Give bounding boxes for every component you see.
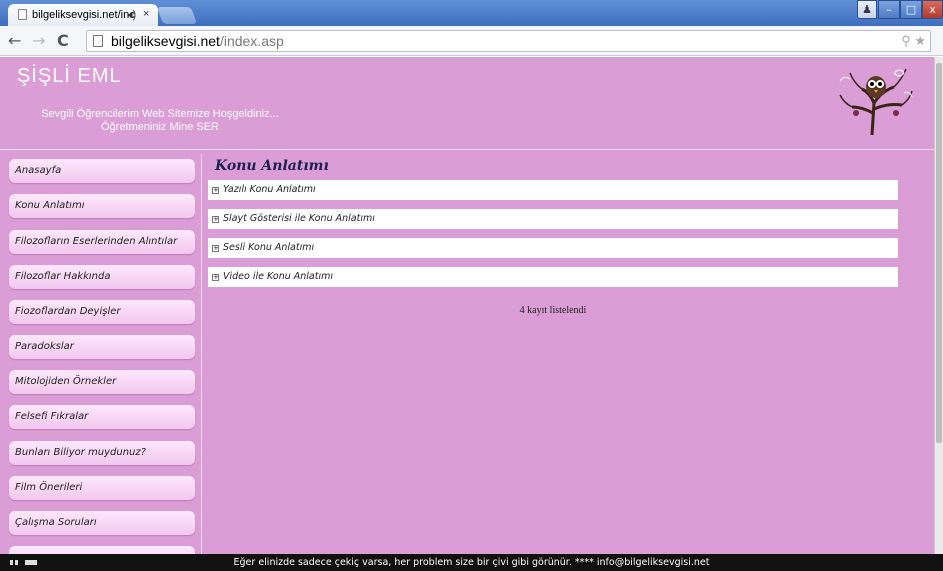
sidebar-item-calisma-sorulari[interactable]: Çalışma Soruları [9, 511, 195, 535]
vertical-scrollbar[interactable] [934, 57, 943, 554]
pause-icon-bar [15, 560, 18, 565]
speaker-icon[interactable]: ◂) [127, 8, 136, 21]
sidebar-item-felsefi-fikralar[interactable]: Felsefi Fıkralar [9, 405, 195, 429]
site-title: ŞİŞLİ EML [17, 65, 122, 87]
content-title: Konu Anlatımı [215, 158, 329, 174]
sidebar-item-filozoflar-hakkinda[interactable]: Filozoflar Hakkında [9, 265, 195, 289]
url-host: bilgeliksevgisi.net [111, 33, 220, 49]
sidebar-item-paradokslar[interactable]: Paradokslar [9, 335, 195, 359]
browser-tab[interactable]: bilgeliksevgisi.net/inc ◂) × [8, 4, 158, 26]
new-tab-button[interactable] [156, 7, 198, 24]
close-window-button[interactable]: x [922, 0, 943, 19]
forward-arrow-icon[interactable]: → [32, 31, 45, 50]
sidebar-item-mitolojiden-ornekler[interactable]: Mitolojiden Örnekler [9, 370, 195, 394]
user-icon[interactable]: ♟ [857, 0, 877, 19]
teacher-line: Öğretmeniniz Mine SER [101, 121, 219, 133]
sidebar-item-filozoflarin-eserlerinden-alintilar[interactable]: Filozofların Eserlerinden Alıntılar [9, 230, 195, 254]
bookmark-star-icon[interactable]: ★ [914, 33, 926, 48]
zoom-icon[interactable]: ⚲ [901, 33, 911, 48]
maximize-button[interactable]: □ [900, 0, 922, 19]
footer-text: Eğer elinizde sadece çekiç varsa, her pr… [233, 557, 710, 568]
sidebar-item-partial[interactable] [9, 546, 195, 554]
back-arrow-icon[interactable]: ← [8, 31, 21, 50]
url-path: /index.asp [219, 33, 284, 49]
owl-tree-logo [839, 68, 913, 135]
sidebar-item-film-onerileri[interactable]: Film Önerileri [9, 476, 195, 500]
content-row-label: Slayt Gösterisi ile Konu Anlatımı [223, 213, 375, 224]
minimize-button[interactable]: – [878, 0, 900, 19]
sidebar-item-konu-anlatimi[interactable]: Konu Anlatımı [9, 194, 195, 218]
sidebar-item-filozoflardan-deyisler[interactable]: Fiozoflardan Deyişler [9, 300, 195, 324]
content-row-label: Sesli Konu Anlatımı [223, 242, 315, 253]
page-icon [18, 9, 27, 20]
page-icon [93, 35, 103, 47]
welcome-line: Sevgili Öğrencilerim Web Sitemize Hoşgel… [41, 108, 279, 120]
address-bar[interactable]: bilgeliksevgisi.net/index.asp ⚲ ★ [86, 30, 931, 52]
close-tab-button[interactable]: × [143, 8, 149, 20]
reload-icon[interactable]: C [57, 31, 69, 50]
web-page: ŞİŞLİ EML Sevgili Öğrencilerim Web Sitem… [0, 57, 934, 554]
expand-plus-icon[interactable]: + [212, 274, 219, 281]
content-row-sesli[interactable]: + Sesli Konu Anlatımı [208, 238, 898, 258]
sidebar-menu: Anasayfa Konu Anlatımı Filozofların Eser… [0, 154, 202, 554]
sidebar-item-bunlari-biliyor-muydunuz[interactable]: Bunları Biliyor muydunuz? [9, 441, 195, 465]
footer-ticker: Eğer elinizde sadece çekiç varsa, her pr… [0, 554, 943, 571]
content-row-yazili[interactable]: + Yazılı Konu Anlatımı [208, 180, 898, 200]
browser-toolbar: ← → C bilgeliksevgisi.net/index.asp ⚲ ★ … [0, 26, 943, 72]
scroll-thumb[interactable] [936, 63, 942, 443]
browser-titlebar: bilgeliksevgisi.net/inc ◂) × ♟ – □ x [0, 0, 943, 26]
sidebar-item-anasayfa[interactable]: Anasayfa [9, 159, 195, 183]
content-row-label: Video ile Konu Anlatımı [223, 271, 333, 282]
stop-icon[interactable] [25, 560, 37, 565]
content-row-slayt[interactable]: + Slayt Gösterisi ile Konu Anlatımı [208, 209, 898, 229]
expand-plus-icon[interactable]: + [212, 216, 219, 223]
tab-title: bilgeliksevgisi.net/inc [32, 9, 135, 21]
header-divider [0, 149, 934, 150]
expand-plus-icon[interactable]: + [212, 245, 219, 252]
pause-icon[interactable] [10, 560, 13, 565]
content-row-label: Yazılı Konu Anlatımı [223, 184, 316, 195]
content-row-video[interactable]: + Video ile Konu Anlatımı [208, 267, 898, 287]
expand-plus-icon[interactable]: + [212, 187, 219, 194]
welcome-message: Sevgili Öğrencilerim Web Sitemize Hoşgel… [40, 108, 280, 134]
record-count: 4 kayıt listelendi [519, 305, 587, 316]
